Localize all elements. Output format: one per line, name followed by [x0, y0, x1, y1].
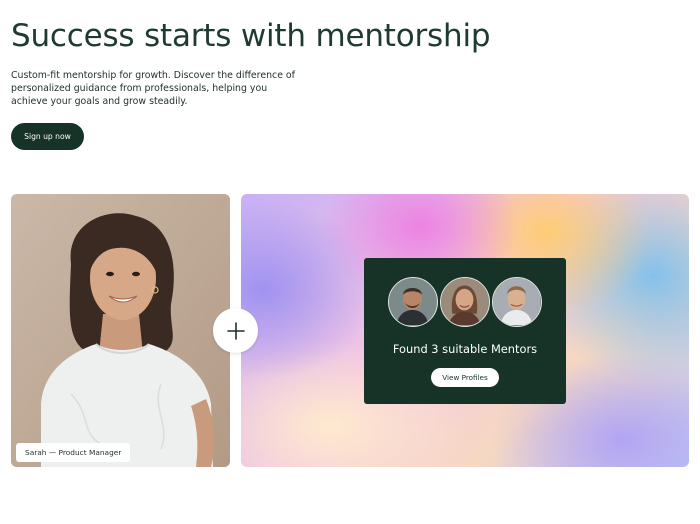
plus-icon	[213, 308, 258, 353]
mentor-results-panel: Found 3 suitable Mentors View Profiles	[364, 258, 566, 404]
mentor-avatars	[388, 277, 542, 327]
hero-description: Custom-fit mentorship for growth. Discov…	[11, 70, 295, 107]
mentor-results-text: Found 3 suitable Mentors	[392, 342, 538, 356]
portrait-card: Sarah — Product Manager	[11, 194, 230, 467]
hero-title: Success starts with mentorship	[11, 18, 491, 54]
view-profiles-button[interactable]: View Profiles	[431, 368, 499, 387]
sign-up-button[interactable]: Sign up now	[11, 123, 84, 150]
mentor-match-card: Found 3 suitable Mentors View Profiles	[241, 194, 689, 467]
mentor-avatar-2	[440, 277, 490, 327]
mentor-avatar-3	[492, 277, 542, 327]
portrait-photo	[11, 194, 230, 467]
landing-page: Success starts with mentorship Custom-fi…	[0, 0, 700, 524]
portrait-caption: Sarah — Product Manager	[16, 443, 131, 462]
mentor-avatar-1	[388, 277, 438, 327]
